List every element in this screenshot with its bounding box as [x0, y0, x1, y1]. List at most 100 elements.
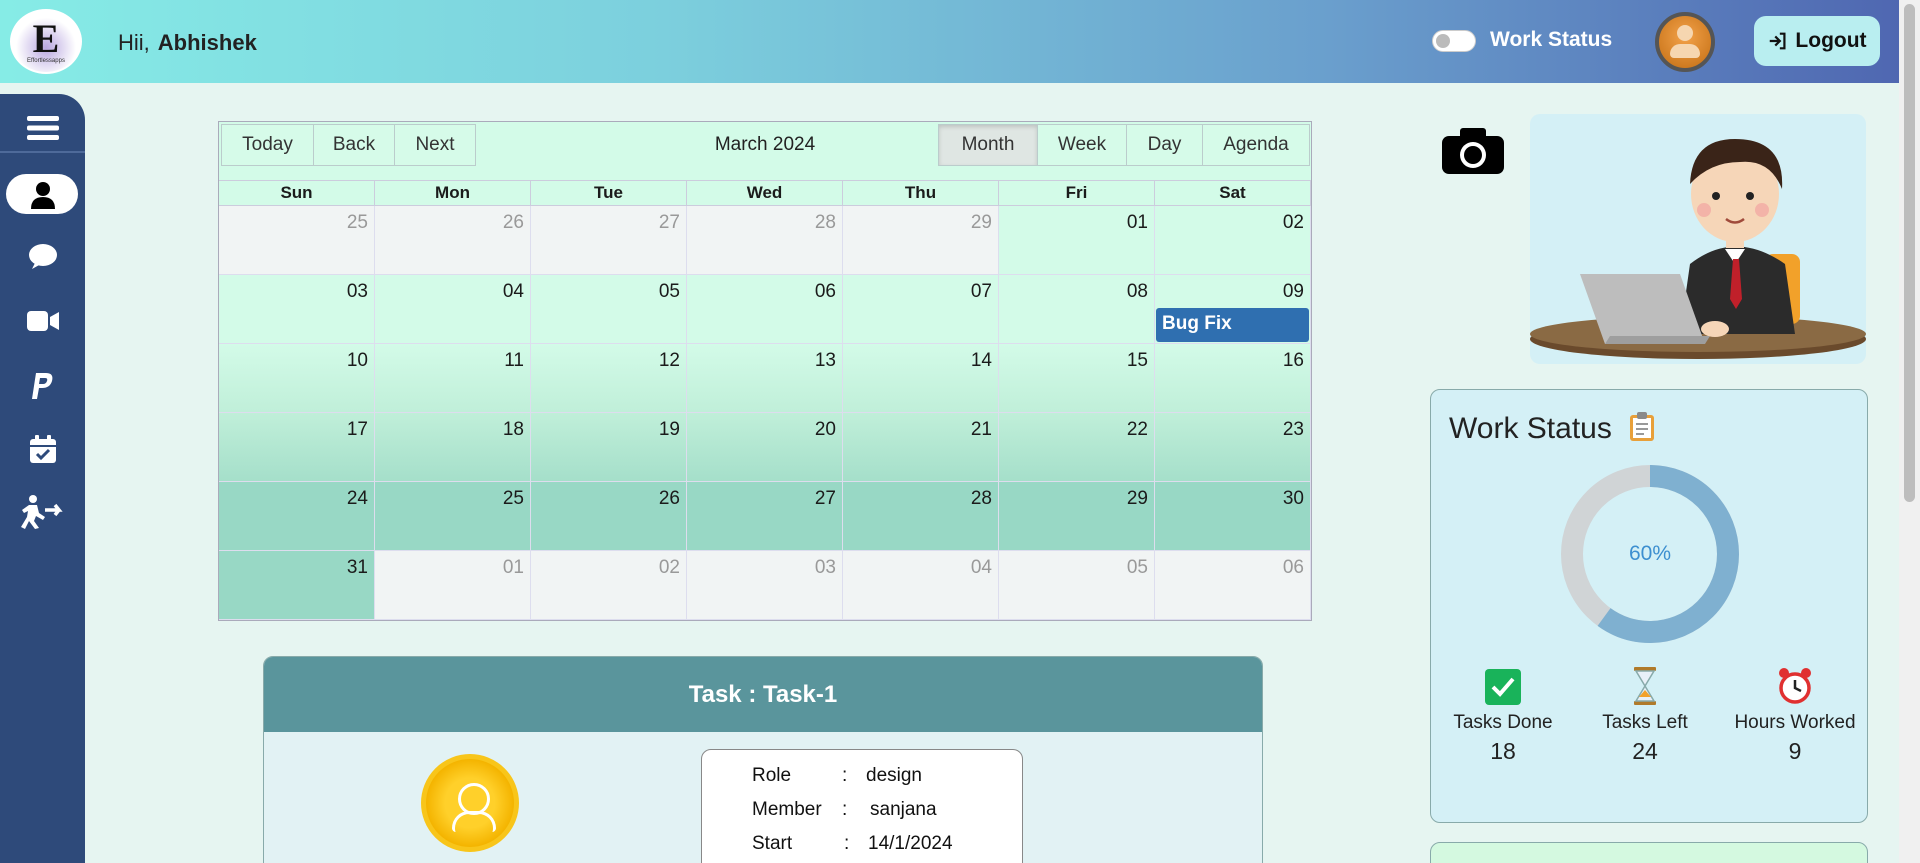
calendar-day-cell[interactable]: 08	[999, 275, 1155, 344]
calendar-day-cell[interactable]: 06	[1155, 551, 1311, 620]
greeting: Hii, Abhishek	[118, 30, 257, 56]
calendar-day-cell[interactable]: 27	[687, 482, 843, 551]
work-status-toggle[interactable]	[1432, 30, 1476, 52]
exit-icon[interactable]	[0, 490, 85, 534]
calendar-day-cell[interactable]: 22	[999, 413, 1155, 482]
detail-row-member: Member: sanjana	[752, 799, 937, 821]
camera-icon[interactable]	[1440, 126, 1506, 176]
calendar-day-cell[interactable]: 24	[219, 482, 375, 551]
calendar-day-cell[interactable]: 03	[687, 551, 843, 620]
weekday-header: Mon	[375, 180, 531, 206]
app-logo[interactable]: E Effortlessapps	[10, 9, 82, 74]
worker-illustration	[1530, 114, 1866, 364]
logout-label: Logout	[1795, 29, 1867, 52]
alarm-clock-icon	[1779, 668, 1811, 704]
worker-pin-icon	[421, 754, 519, 852]
detail-row-role: Role: design	[752, 765, 922, 787]
work-status-label: Work Status	[1490, 28, 1613, 51]
calendar-day-cell[interactable]: 14	[843, 344, 999, 413]
calendar-day-cell[interactable]: 02	[1155, 206, 1311, 275]
logout-button[interactable]: Logout	[1754, 16, 1880, 66]
calendar-toolbar: Today Back Next March 2024 Month Week Da…	[219, 122, 1311, 168]
work-status-title: Work Status	[1449, 410, 1656, 446]
work-status-title-text: Work Status	[1449, 412, 1612, 445]
scrollbar-thumb[interactable]	[1904, 4, 1915, 502]
calendar-day-cell[interactable]: 16	[1155, 344, 1311, 413]
calendar-day-cell[interactable]: 17	[219, 413, 375, 482]
calendar-day-cell[interactable]: 20	[687, 413, 843, 482]
month-view-button[interactable]: Month	[938, 124, 1038, 166]
stat-value: 9	[1788, 738, 1802, 764]
top-header: E Effortlessapps Hii, Abhishek Work Statu…	[0, 0, 1899, 83]
stat-hours-worked: Hours Worked 9	[1725, 666, 1865, 765]
calendar-day-cell[interactable]: 31	[219, 551, 375, 620]
calendar-day-cell[interactable]: 15	[999, 344, 1155, 413]
calendar-day-cell[interactable]: 13	[687, 344, 843, 413]
profile-icon[interactable]	[0, 173, 85, 217]
stat-value: 24	[1632, 738, 1658, 764]
calendar-day-cell[interactable]: 21	[843, 413, 999, 482]
calendar-day-cell[interactable]: 10	[219, 344, 375, 413]
calendar-day-cell[interactable]: 07	[843, 275, 999, 344]
calendar-day-cell[interactable]: 30	[1155, 482, 1311, 551]
work-status-percent: 60%	[1628, 542, 1672, 565]
calendar-day-cell[interactable]: 04	[843, 551, 999, 620]
video-icon[interactable]	[0, 299, 85, 343]
calendar-day-cell[interactable]: 29	[999, 482, 1155, 551]
back-button[interactable]: Back	[313, 124, 395, 166]
day-view-button[interactable]: Day	[1126, 124, 1203, 166]
calendar-day-cell[interactable]: 25	[219, 206, 375, 275]
chat-icon[interactable]	[0, 235, 85, 279]
weekday-header: Sun	[219, 180, 375, 206]
clipboard-icon	[1630, 412, 1655, 441]
calendar-day-cell[interactable]: 03	[219, 275, 375, 344]
next-button[interactable]: Next	[394, 124, 476, 166]
page-scrollbar[interactable]	[1899, 0, 1920, 863]
calendar-day-cell[interactable]: 06	[687, 275, 843, 344]
calendar-day-cell[interactable]: 19	[531, 413, 687, 482]
event-bug-fix[interactable]: Bug Fix	[1156, 308, 1309, 342]
agenda-view-button[interactable]: Agenda	[1202, 124, 1310, 166]
task-details: Role: design Member: sanjana Start:14/1/20…	[701, 749, 1023, 863]
logo-letter: E	[32, 15, 60, 61]
weekday-header: Sat	[1155, 180, 1311, 206]
calendar-day-cell[interactable]: 01	[999, 206, 1155, 275]
detail-value: design	[866, 765, 922, 786]
detail-value: 14/1/2024	[868, 833, 953, 854]
weekday-header: Thu	[843, 180, 999, 206]
next-card	[1430, 842, 1868, 863]
calendar-day-cell[interactable]: 27	[531, 206, 687, 275]
calendar-day-cell[interactable]: 04	[375, 275, 531, 344]
calendar-day-cell[interactable]: 02	[531, 551, 687, 620]
menu-icon[interactable]	[0, 106, 85, 150]
detail-colon: :	[842, 799, 848, 820]
calendar-check-icon[interactable]	[0, 427, 85, 471]
user-name: Abhishek	[157, 30, 257, 55]
stat-value: 18	[1490, 738, 1516, 764]
paypal-icon[interactable]	[0, 364, 85, 408]
calendar-day-cell[interactable]: 11	[375, 344, 531, 413]
weekday-header: Tue	[531, 180, 687, 206]
calendar-day-cell[interactable]: 28	[843, 482, 999, 551]
calendar-day-cell[interactable]: 05	[531, 275, 687, 344]
calendar-day-cell[interactable]: 25	[375, 482, 531, 551]
calendar-day-cell[interactable]: 29	[843, 206, 999, 275]
calendar-day-cell[interactable]: 28	[687, 206, 843, 275]
calendar: Today Back Next March 2024 Month Week Da…	[218, 121, 1312, 621]
week-view-button[interactable]: Week	[1037, 124, 1127, 166]
weekday-header: Fri	[999, 180, 1155, 206]
task-title: Task : Task-1	[264, 657, 1262, 732]
user-avatar[interactable]	[1655, 12, 1715, 72]
calendar-day-cell[interactable]: 05	[999, 551, 1155, 620]
calendar-day-cell[interactable]: 26	[375, 206, 531, 275]
detail-colon: :	[844, 833, 850, 854]
calendar-day-cell[interactable]: 18	[375, 413, 531, 482]
detail-row-start: Start:14/1/2024	[752, 833, 953, 855]
calendar-day-cell[interactable]: 12	[531, 344, 687, 413]
today-button[interactable]: Today	[221, 124, 314, 166]
stat-label: Tasks Left	[1602, 712, 1688, 733]
calendar-day-cell[interactable]: 23	[1155, 413, 1311, 482]
detail-key: Start	[752, 833, 793, 854]
calendar-day-cell[interactable]: 01	[375, 551, 531, 620]
calendar-day-cell[interactable]: 26	[531, 482, 687, 551]
